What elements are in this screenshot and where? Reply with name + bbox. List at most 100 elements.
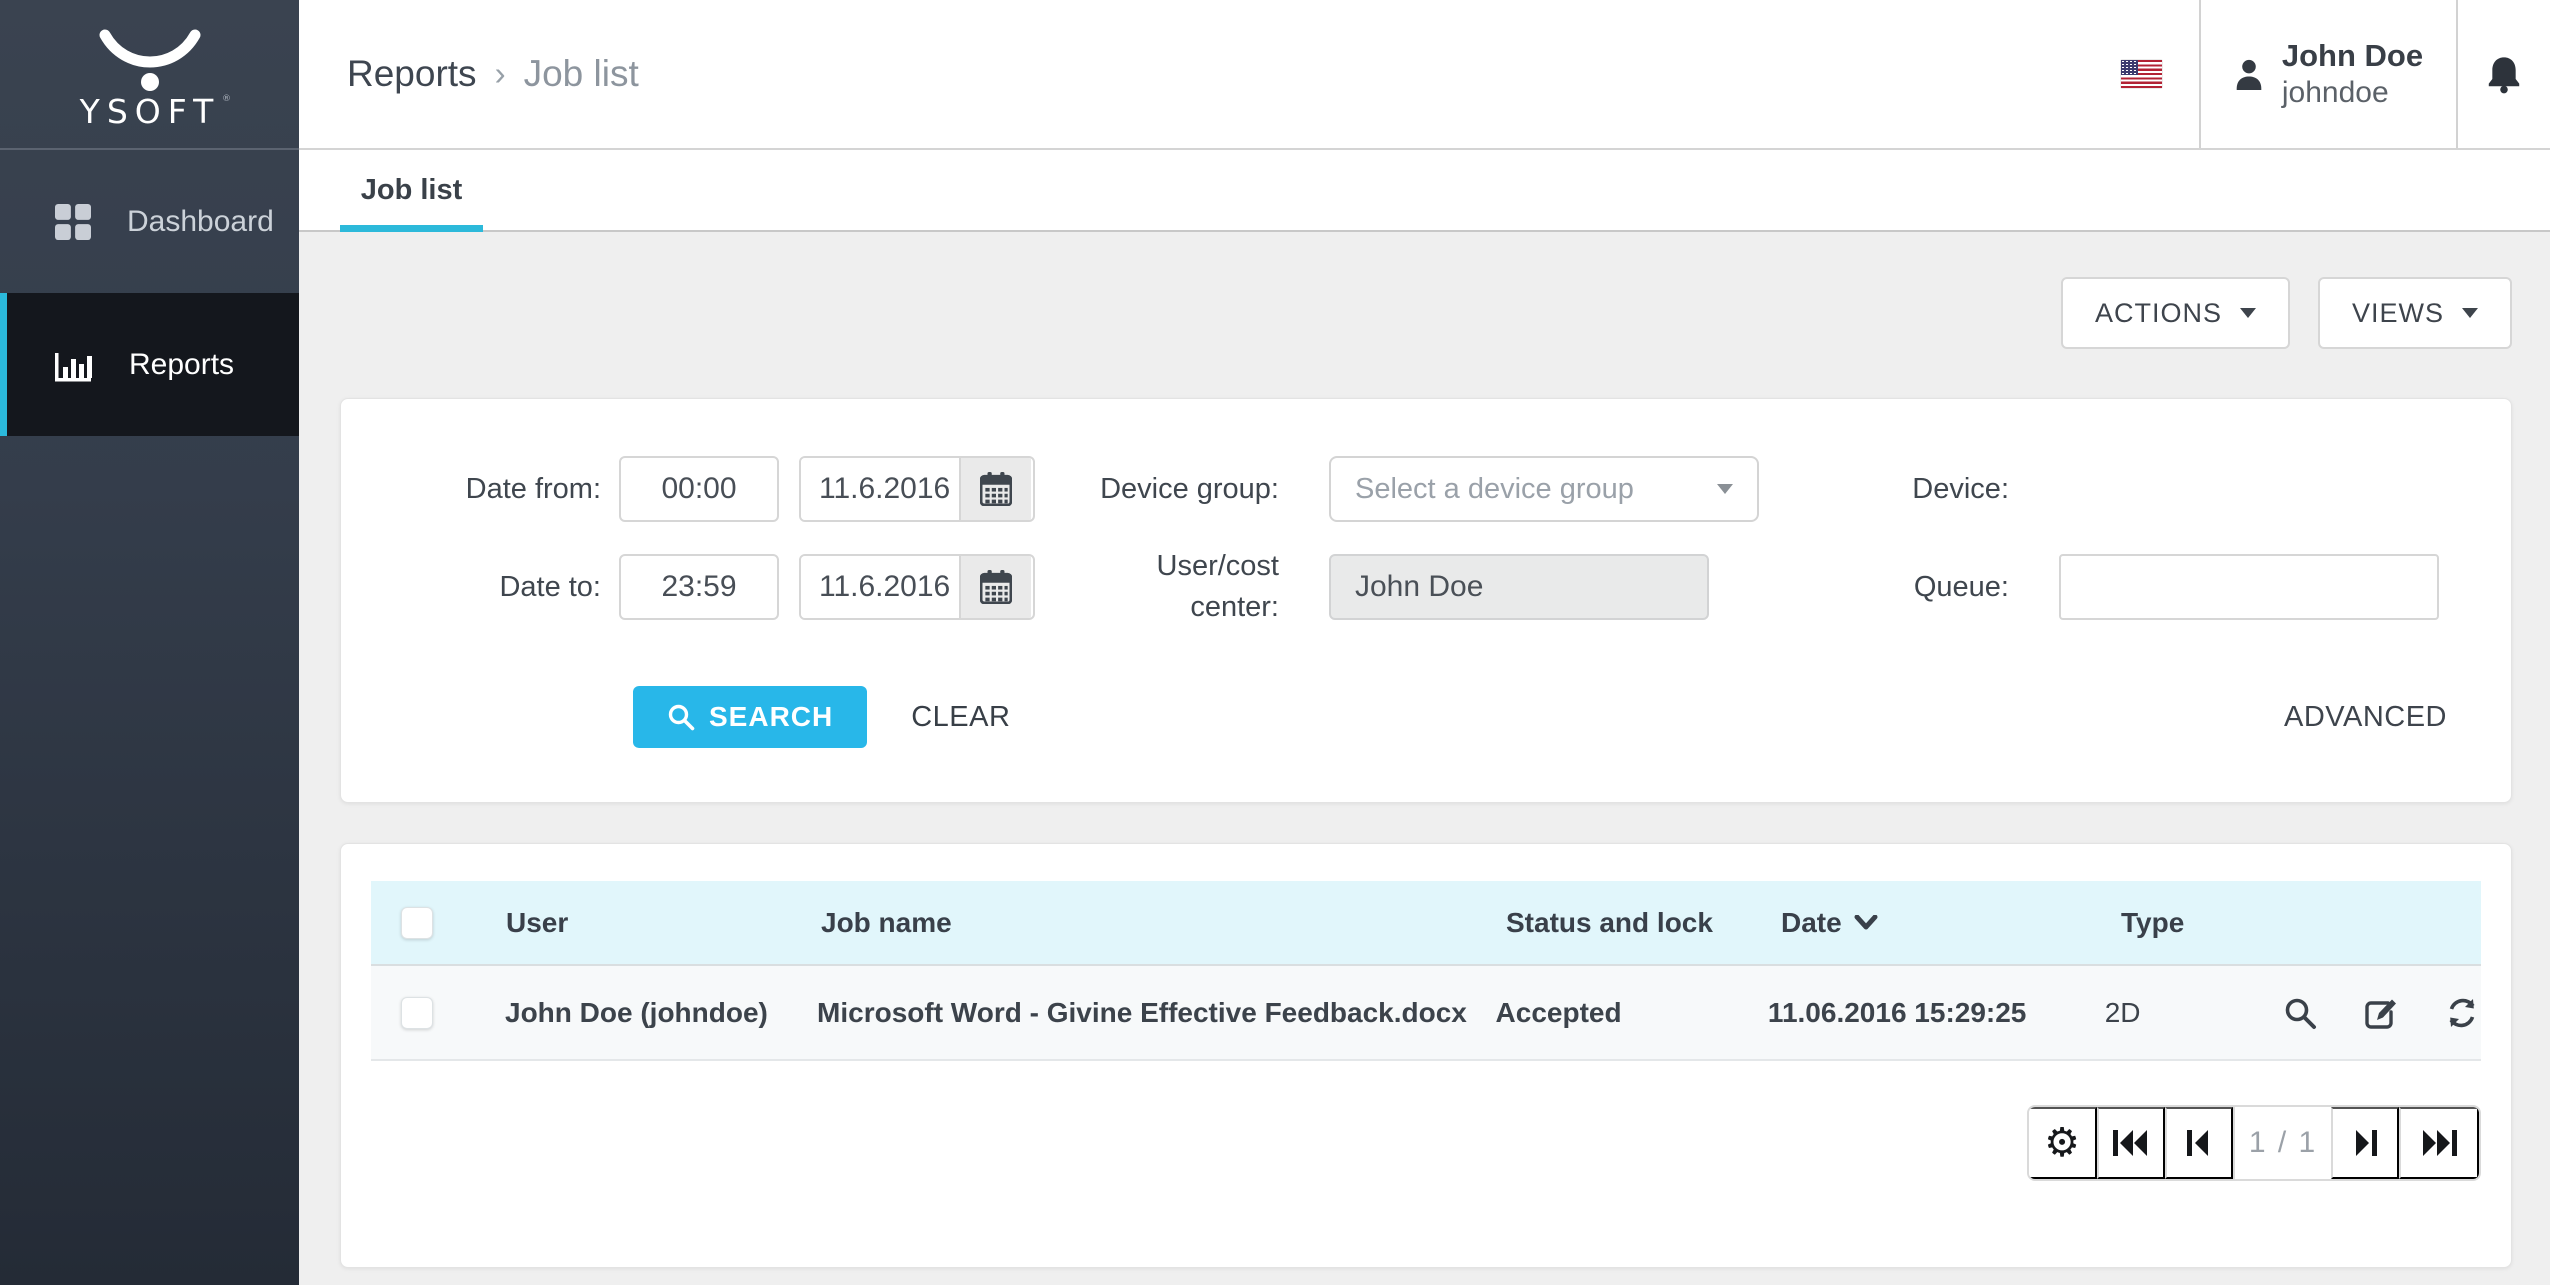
search-button-label: SEARCH xyxy=(709,701,833,733)
header: Reports › Job list John Doe johndoe xyxy=(299,0,2550,150)
edit-icon xyxy=(2363,996,2399,1030)
svg-text:YSOFT: YSOFT xyxy=(78,92,220,129)
column-header-user[interactable]: User xyxy=(506,907,821,939)
row-checkbox[interactable] xyxy=(401,997,433,1029)
table-header-row: User Job name Status and lock Date Type xyxy=(371,881,2481,966)
date-from-time-input[interactable] xyxy=(619,456,779,522)
advanced-button[interactable]: ADVANCED xyxy=(2278,700,2453,735)
cell-date: 11.06.2016 15:29:25 xyxy=(1768,997,2105,1029)
device-group-label: Device group: xyxy=(1035,469,1279,510)
last-page-icon xyxy=(2421,1130,2457,1156)
notifications-button[interactable] xyxy=(2458,0,2550,148)
queue-input[interactable] xyxy=(2059,554,2439,620)
refresh-icon xyxy=(2445,996,2479,1030)
pagination: ⚙︎ 1 / 1 xyxy=(2027,1105,2481,1181)
sidebar-item-label: Dashboard xyxy=(127,205,274,239)
last-page-button[interactable] xyxy=(2399,1107,2479,1179)
ysoft-logo-icon: YSOFT ® xyxy=(50,19,250,129)
date-to-label: Date to: xyxy=(341,567,601,608)
queue-label: Queue: xyxy=(1709,567,2009,608)
detail-icon xyxy=(2283,996,2317,1030)
job-detail-button[interactable] xyxy=(2283,996,2317,1030)
actions-button-label: ACTIONS xyxy=(2095,298,2222,329)
job-refresh-button[interactable] xyxy=(2445,996,2479,1030)
column-header-status[interactable]: Status and lock xyxy=(1506,907,1781,939)
column-header-type[interactable]: Type xyxy=(2121,907,2301,939)
date-from-calendar-button[interactable] xyxy=(959,458,1031,520)
next-page-icon xyxy=(2353,1130,2377,1156)
user-cost-center-field: John Doe xyxy=(1329,554,1709,620)
cell-user: John Doe (johndoe) xyxy=(505,997,817,1029)
dashboard-grid-icon xyxy=(55,204,91,240)
gear-icon: ⚙︎ xyxy=(2044,1123,2080,1163)
views-button[interactable]: VIEWS xyxy=(2318,277,2512,349)
sort-desc-icon xyxy=(1854,915,1878,931)
next-page-button[interactable] xyxy=(2331,1107,2399,1179)
cell-type: 2D xyxy=(2105,997,2283,1029)
first-page-icon xyxy=(2113,1130,2149,1156)
table-row[interactable]: John Doe (johndoe) Microsoft Word - Givi… xyxy=(371,966,2481,1061)
date-to-date-group xyxy=(799,554,1035,620)
device-label: Device: xyxy=(1759,469,2009,510)
filter-row-1: Date from: xyxy=(341,456,2511,522)
bell-icon xyxy=(2486,54,2522,94)
device-group-placeholder: Select a device group xyxy=(1355,473,1717,506)
first-page-button[interactable] xyxy=(2097,1107,2165,1179)
tab-job-list[interactable]: Job list xyxy=(340,150,483,230)
tab-bar: Job list xyxy=(299,150,2550,232)
cell-status: Accepted xyxy=(1496,997,1768,1029)
user-cost-center-label: User/cost center: xyxy=(1079,546,1279,627)
breadcrumb-parent[interactable]: Reports xyxy=(347,53,477,95)
actions-button[interactable]: ACTIONS xyxy=(2061,277,2290,349)
sidebar-item-reports[interactable]: Reports xyxy=(0,293,299,436)
svg-text:®: ® xyxy=(222,94,231,104)
chevron-down-icon xyxy=(2462,308,2478,318)
cell-job-name: Microsoft Word - Givine Effective Feedba… xyxy=(817,997,1496,1029)
chevron-down-icon xyxy=(2240,308,2256,318)
job-edit-button[interactable] xyxy=(2363,996,2399,1030)
select-all-checkbox[interactable] xyxy=(401,907,433,939)
sidebar: YSOFT ® Dashboard Reports xyxy=(0,0,299,1285)
clear-button[interactable]: CLEAR xyxy=(905,700,1016,735)
language-selector[interactable] xyxy=(2084,0,2199,148)
breadcrumb-separator-icon: › xyxy=(495,55,506,93)
filter-panel: Date from: xyxy=(340,398,2512,803)
date-from-label: Date from: xyxy=(341,469,601,510)
job-list-panel: User Job name Status and lock Date Type … xyxy=(340,843,2512,1268)
date-from-date-input[interactable] xyxy=(801,458,959,520)
chevron-down-icon xyxy=(1717,484,1733,494)
filter-row-2: Date to: xyxy=(341,554,2511,620)
column-header-date[interactable]: Date xyxy=(1781,907,2121,939)
date-to-time-input[interactable] xyxy=(619,554,779,620)
ysoft-logo: YSOFT ® xyxy=(0,0,299,150)
calendar-icon xyxy=(980,472,1012,506)
active-tab-underline xyxy=(340,225,483,232)
app-window: YSOFT ® Dashboard Reports xyxy=(0,0,2550,1285)
filter-row-3: SEARCH CLEAR ADVANCED xyxy=(341,686,2511,748)
table-settings-button[interactable]: ⚙︎ xyxy=(2029,1107,2097,1179)
search-icon xyxy=(667,703,695,731)
views-button-label: VIEWS xyxy=(2352,298,2444,329)
device-group-select[interactable]: Select a device group xyxy=(1329,456,1759,522)
date-to-date-input[interactable] xyxy=(801,556,959,618)
breadcrumb: Reports › Job list xyxy=(347,0,639,148)
user-name: John Doe xyxy=(2282,37,2423,74)
date-to-calendar-button[interactable] xyxy=(959,556,1031,618)
toolbar: ACTIONS VIEWS xyxy=(2061,277,2512,349)
page-indicator: 1 / 1 xyxy=(2233,1107,2331,1179)
column-header-job-name[interactable]: Job name xyxy=(821,907,1506,939)
sidebar-item-label: Reports xyxy=(129,348,234,382)
user-username: johndoe xyxy=(2282,75,2423,111)
search-button[interactable]: SEARCH xyxy=(633,686,867,748)
us-flag-icon xyxy=(2121,60,2162,88)
user-menu[interactable]: John Doe johndoe xyxy=(2201,0,2456,148)
bar-chart-icon xyxy=(55,347,93,383)
calendar-icon xyxy=(980,570,1012,604)
breadcrumb-current: Job list xyxy=(524,53,639,95)
content-area: ACTIONS VIEWS Date from: xyxy=(299,232,2550,1285)
previous-page-button[interactable] xyxy=(2165,1107,2233,1179)
previous-page-icon xyxy=(2187,1130,2211,1156)
person-icon xyxy=(2234,58,2264,90)
sidebar-item-dashboard[interactable]: Dashboard xyxy=(0,150,299,293)
header-right: John Doe johndoe xyxy=(2084,0,2550,148)
